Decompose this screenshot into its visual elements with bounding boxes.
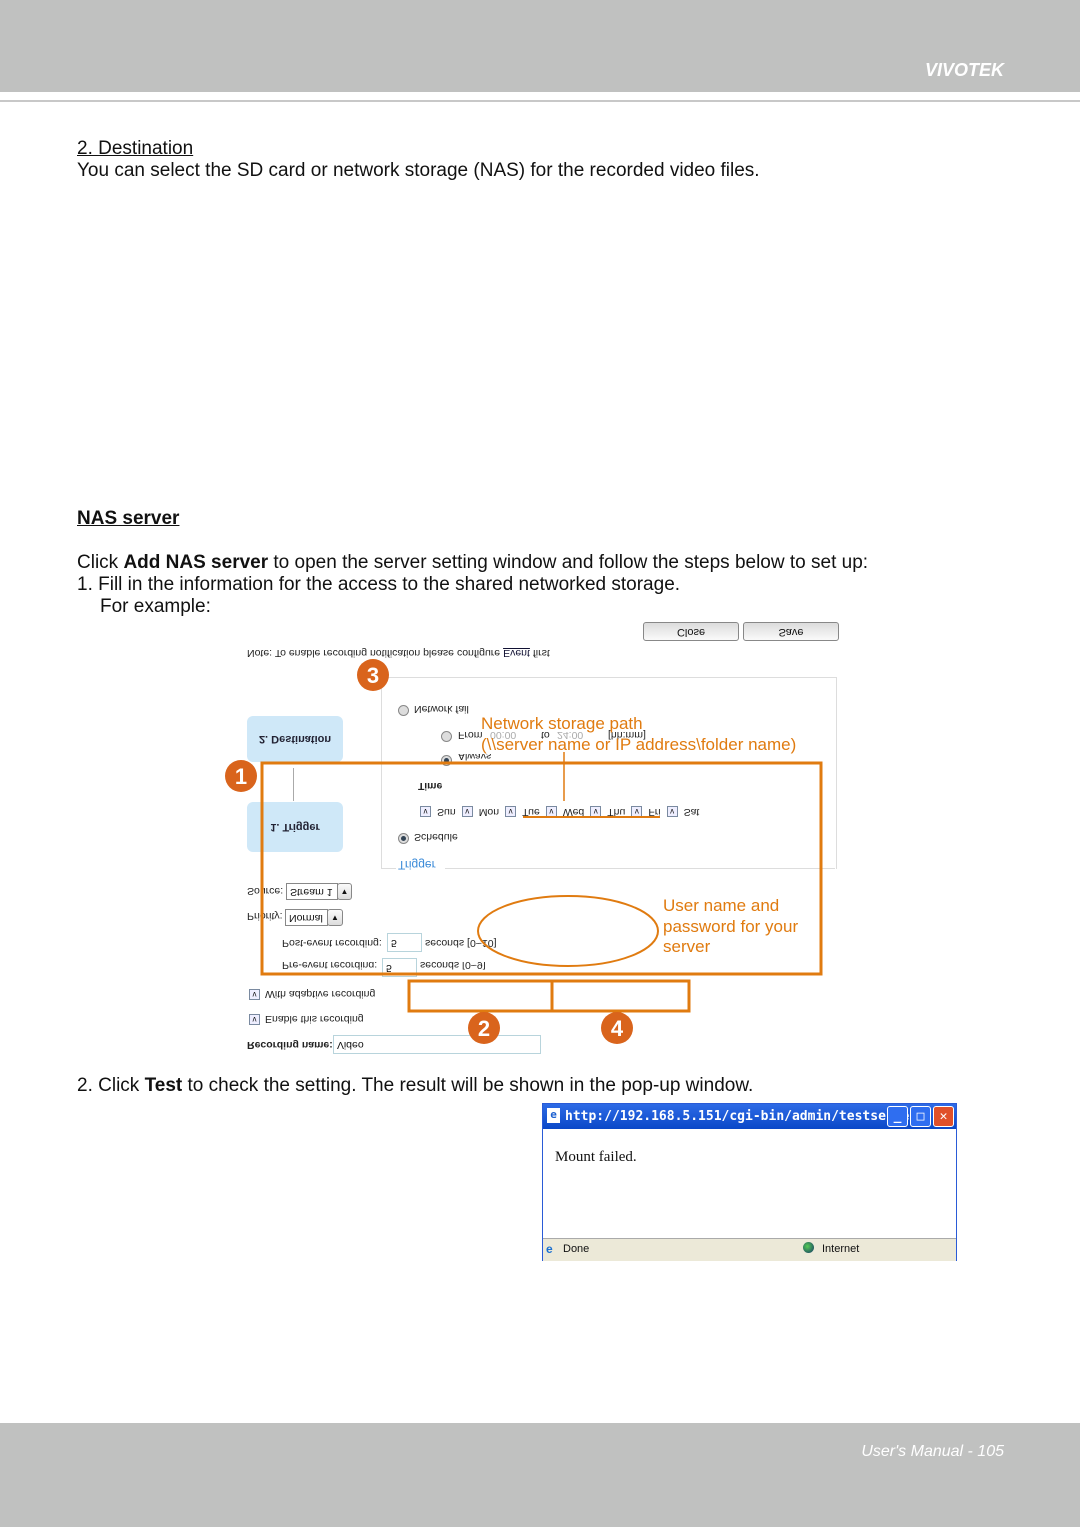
page-number: User's Manual - 105 bbox=[861, 1443, 1004, 1460]
minimize-button[interactable]: _ bbox=[887, 1106, 908, 1127]
badge-1: 1 bbox=[225, 760, 257, 792]
popup-statusbar: e Done Internet bbox=[543, 1238, 956, 1261]
test-result-popup: e http://192.168.5.151/cgi-bin/admin/tes… bbox=[542, 1103, 957, 1261]
popup-title: http://192.168.5.151/cgi-bin/admin/tests… bbox=[565, 1109, 941, 1124]
step-2: 2. Click Test to check the setting. The … bbox=[77, 1075, 753, 1097]
path-annotation-line1: Network storage path bbox=[481, 714, 643, 733]
footer-bar bbox=[0, 1423, 1080, 1527]
badge-number: 4 bbox=[611, 1016, 624, 1041]
user-annotation-line3: server bbox=[663, 937, 711, 956]
step2-text-end: to check the setting. The result will be… bbox=[182, 1075, 754, 1096]
badge-number: 3 bbox=[367, 663, 379, 688]
badge-number: 2 bbox=[478, 1016, 490, 1041]
maximize-button[interactable]: □ bbox=[910, 1106, 931, 1127]
credentials-ellipse bbox=[477, 895, 659, 967]
badge-number: 1 bbox=[235, 764, 247, 789]
manual-page: VIVOTEK 2. Destination You can select th… bbox=[0, 0, 1080, 1527]
ok-button-highlight bbox=[550, 979, 691, 1013]
page-icon: e bbox=[547, 1108, 560, 1123]
zone-text: Internet bbox=[822, 1243, 860, 1255]
step2-text: 2. Click bbox=[77, 1075, 145, 1096]
user-annotation-line2: password for your bbox=[663, 917, 799, 936]
path-annotation-line2: (\\server name or IP address\folder name… bbox=[481, 735, 797, 754]
badge-4: 4 bbox=[601, 1012, 633, 1044]
badge-3: 3 bbox=[357, 659, 389, 691]
user-annotation-line1: User name and bbox=[663, 896, 780, 915]
close-window-button[interactable]: ✕ bbox=[933, 1106, 954, 1127]
area-highlight-box bbox=[260, 761, 823, 976]
popup-message: Mount failed. bbox=[555, 1149, 637, 1165]
annotation-overlay: 1 3 2 4 bbox=[225, 659, 823, 1044]
badge-2: 2 bbox=[468, 1012, 500, 1044]
step2-bold: Test bbox=[144, 1075, 183, 1096]
test-button-highlight bbox=[407, 979, 554, 1013]
ie-icon: e bbox=[546, 1242, 553, 1256]
globe-icon bbox=[803, 1242, 814, 1253]
status-text: Done bbox=[563, 1243, 590, 1255]
popup-titlebar[interactable]: e http://192.168.5.151/cgi-bin/admin/tes… bbox=[543, 1104, 956, 1129]
